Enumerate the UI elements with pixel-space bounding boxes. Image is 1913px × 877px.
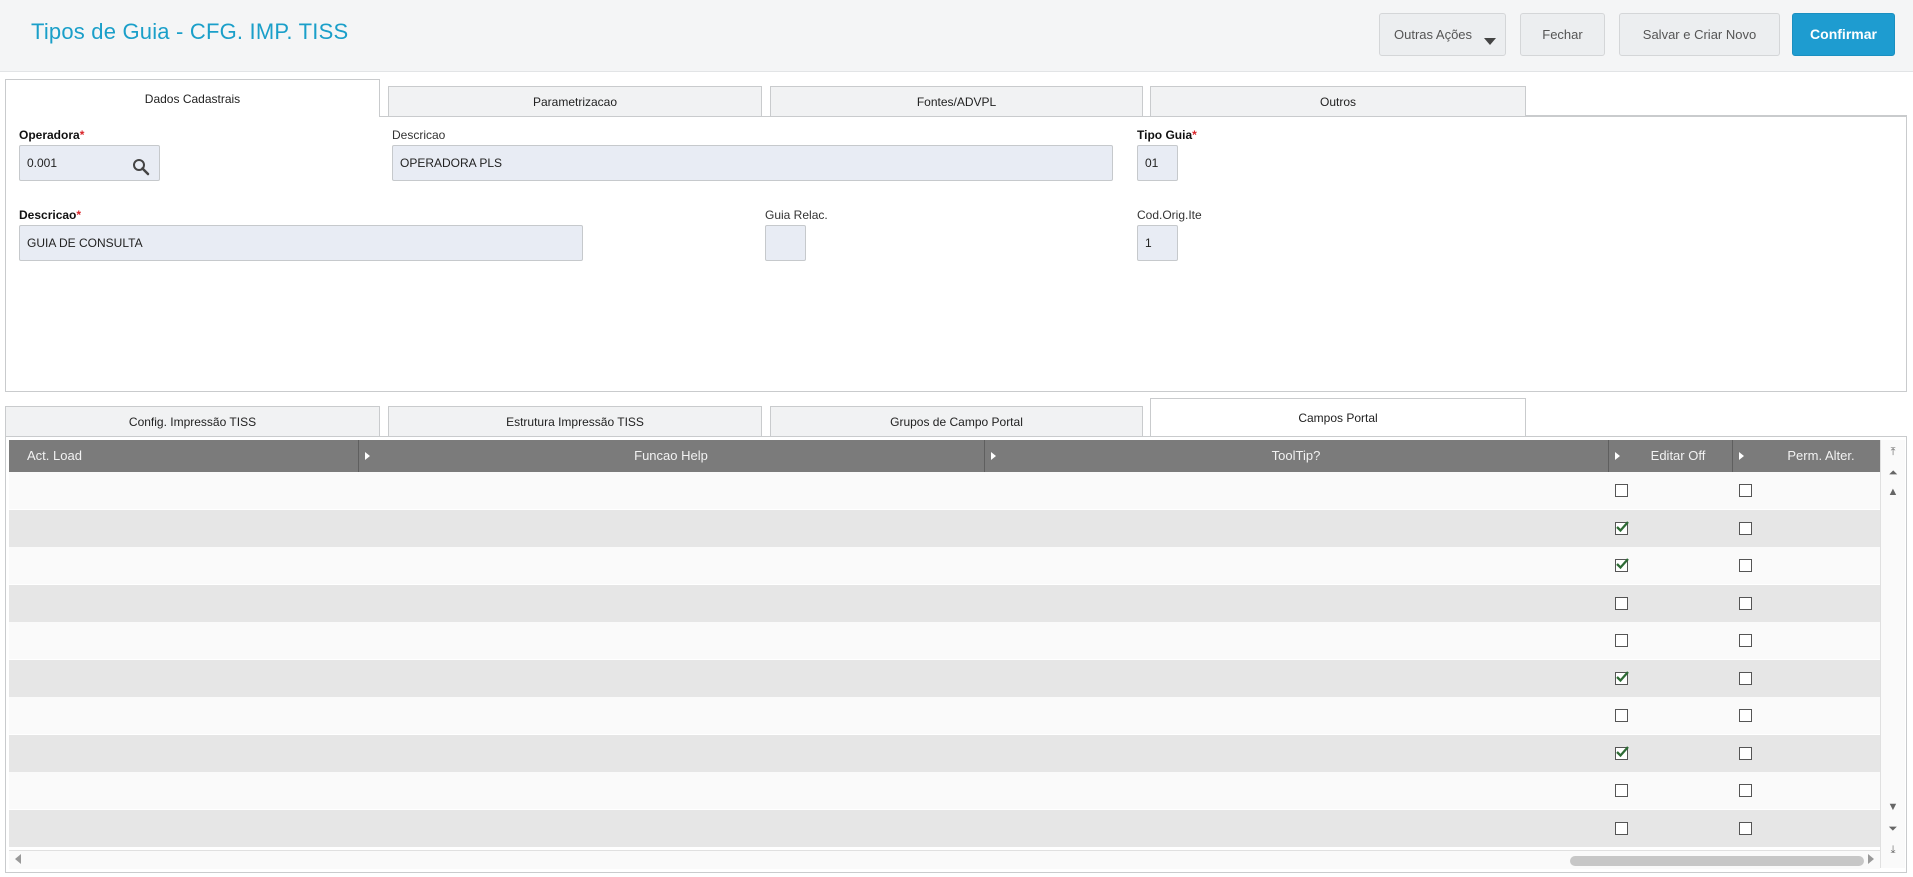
editar-off-checkbox[interactable] xyxy=(1615,709,1628,722)
column-editar-off[interactable]: Editar Off xyxy=(1608,440,1732,472)
horizontal-scrollbar[interactable] xyxy=(9,850,1880,869)
perm-alter-checkbox[interactable] xyxy=(1739,597,1752,610)
grid-header: Act. Load Funcao Help ToolTip? Editar Of… xyxy=(9,440,1880,472)
column-perm-alter[interactable]: Perm. Alter. xyxy=(1732,440,1880,472)
scroll-page-up-icon[interactable]: ⏶ xyxy=(1886,466,1900,480)
descricao-operadora-field[interactable]: OPERADORA PLS xyxy=(392,145,1113,181)
table-row[interactable] xyxy=(9,660,1880,697)
cod-orig-ite-field[interactable]: 1 xyxy=(1137,225,1178,261)
scroll-top-icon[interactable]: ⤒ xyxy=(1886,445,1900,459)
chevron-down-icon xyxy=(1484,38,1496,45)
column-act-load[interactable]: Act. Load xyxy=(9,440,358,472)
table-row[interactable] xyxy=(9,622,1880,659)
table-row[interactable] xyxy=(9,735,1880,772)
descricao-label: Descricao* xyxy=(19,208,82,222)
guia-relac-field[interactable] xyxy=(765,225,806,261)
tab-fontes-advpl[interactable]: Fontes/ADVPL xyxy=(770,86,1143,116)
column-tooltip[interactable]: ToolTip? xyxy=(984,440,1608,472)
confirmar-button[interactable]: Confirmar xyxy=(1792,13,1895,56)
sort-arrow-icon xyxy=(365,452,370,460)
scroll-page-down-icon[interactable]: ⏷ xyxy=(1886,822,1900,836)
editar-off-checkbox[interactable] xyxy=(1615,784,1628,797)
tipo-guia-label: Tipo Guia* xyxy=(1137,128,1197,142)
table-row[interactable] xyxy=(9,585,1880,622)
editar-off-checkbox[interactable] xyxy=(1615,746,1629,760)
editar-off-checkbox[interactable] xyxy=(1615,634,1628,647)
sort-arrow-icon xyxy=(991,452,996,460)
cod-orig-ite-label: Cod.Orig.Ite xyxy=(1137,208,1202,222)
perm-alter-checkbox[interactable] xyxy=(1739,747,1752,760)
outras-acoes-label: Outras Ações xyxy=(1394,27,1473,42)
perm-alter-checkbox[interactable] xyxy=(1739,559,1752,572)
table-row[interactable] xyxy=(9,810,1880,847)
page-title: Tipos de Guia - CFG. IMP. TISS xyxy=(31,19,349,44)
scroll-left-icon[interactable] xyxy=(15,854,21,864)
scroll-down-icon[interactable]: ▼ xyxy=(1886,800,1900,814)
tab-dados-cadastrais[interactable]: Dados Cadastrais xyxy=(5,79,380,117)
tab-campos-portal[interactable]: Campos Portal xyxy=(1150,398,1526,436)
operadora-label: Operadora* xyxy=(19,128,85,142)
perm-alter-checkbox[interactable] xyxy=(1739,484,1752,497)
salvar-criar-novo-button[interactable]: Salvar e Criar Novo xyxy=(1619,13,1780,56)
editar-off-checkbox[interactable] xyxy=(1615,521,1629,535)
horizontal-scroll-thumb[interactable] xyxy=(1570,856,1864,866)
search-icon[interactable] xyxy=(132,155,150,176)
outras-acoes-button[interactable]: Outras Ações xyxy=(1379,13,1506,56)
scroll-up-icon[interactable]: ▲ xyxy=(1886,485,1900,499)
editar-off-checkbox[interactable] xyxy=(1615,597,1628,610)
tipo-guia-field[interactable]: 01 xyxy=(1137,145,1178,181)
scroll-bottom-icon[interactable]: ⤓ xyxy=(1886,843,1900,857)
descricao-field[interactable]: GUIA DE CONSULTA xyxy=(19,225,583,261)
perm-alter-checkbox[interactable] xyxy=(1739,634,1752,647)
editar-off-checkbox[interactable] xyxy=(1615,671,1629,685)
sort-arrow-icon xyxy=(1615,452,1620,460)
tab-estrutura-impressao-tiss[interactable]: Estrutura Impressão TISS xyxy=(388,406,762,436)
tab-config-impressao-tiss[interactable]: Config. Impressão TISS xyxy=(5,406,380,436)
editar-off-checkbox[interactable] xyxy=(1615,484,1628,497)
perm-alter-checkbox[interactable] xyxy=(1739,522,1752,535)
guia-relac-label: Guia Relac. xyxy=(765,208,828,222)
fechar-button[interactable]: Fechar xyxy=(1520,13,1605,56)
table-row[interactable] xyxy=(9,772,1880,809)
descricao-operadora-label: Descricao xyxy=(392,128,446,142)
editar-off-checkbox[interactable] xyxy=(1615,558,1629,572)
perm-alter-checkbox[interactable] xyxy=(1739,784,1752,797)
tab-outros[interactable]: Outros xyxy=(1150,86,1526,116)
table-row[interactable] xyxy=(9,697,1880,734)
table-row[interactable] xyxy=(9,472,1880,509)
perm-alter-checkbox[interactable] xyxy=(1739,672,1752,685)
perm-alter-checkbox[interactable] xyxy=(1739,709,1752,722)
tab-parametrizacao[interactable]: Parametrizacao xyxy=(388,86,762,116)
operadora-value: 0.001 xyxy=(27,156,58,170)
column-funcao-help[interactable]: Funcao Help xyxy=(358,440,984,472)
sort-arrow-icon xyxy=(1739,452,1744,460)
perm-alter-checkbox[interactable] xyxy=(1739,822,1752,835)
scroll-right-icon[interactable] xyxy=(1868,854,1874,864)
vertical-scrollbar[interactable]: ⤒ ⏶ ▲ ▼ ⏷ ⤓ xyxy=(1880,440,1905,868)
editar-off-checkbox[interactable] xyxy=(1615,822,1628,835)
tab-grupos-campo-portal[interactable]: Grupos de Campo Portal xyxy=(770,406,1143,436)
table-row[interactable] xyxy=(9,547,1880,584)
operadora-field[interactable]: 0.001 xyxy=(19,145,160,181)
table-row[interactable] xyxy=(9,510,1880,547)
page-header: Tipos de Guia - CFG. IMP. TISS Outras Aç… xyxy=(0,0,1913,72)
